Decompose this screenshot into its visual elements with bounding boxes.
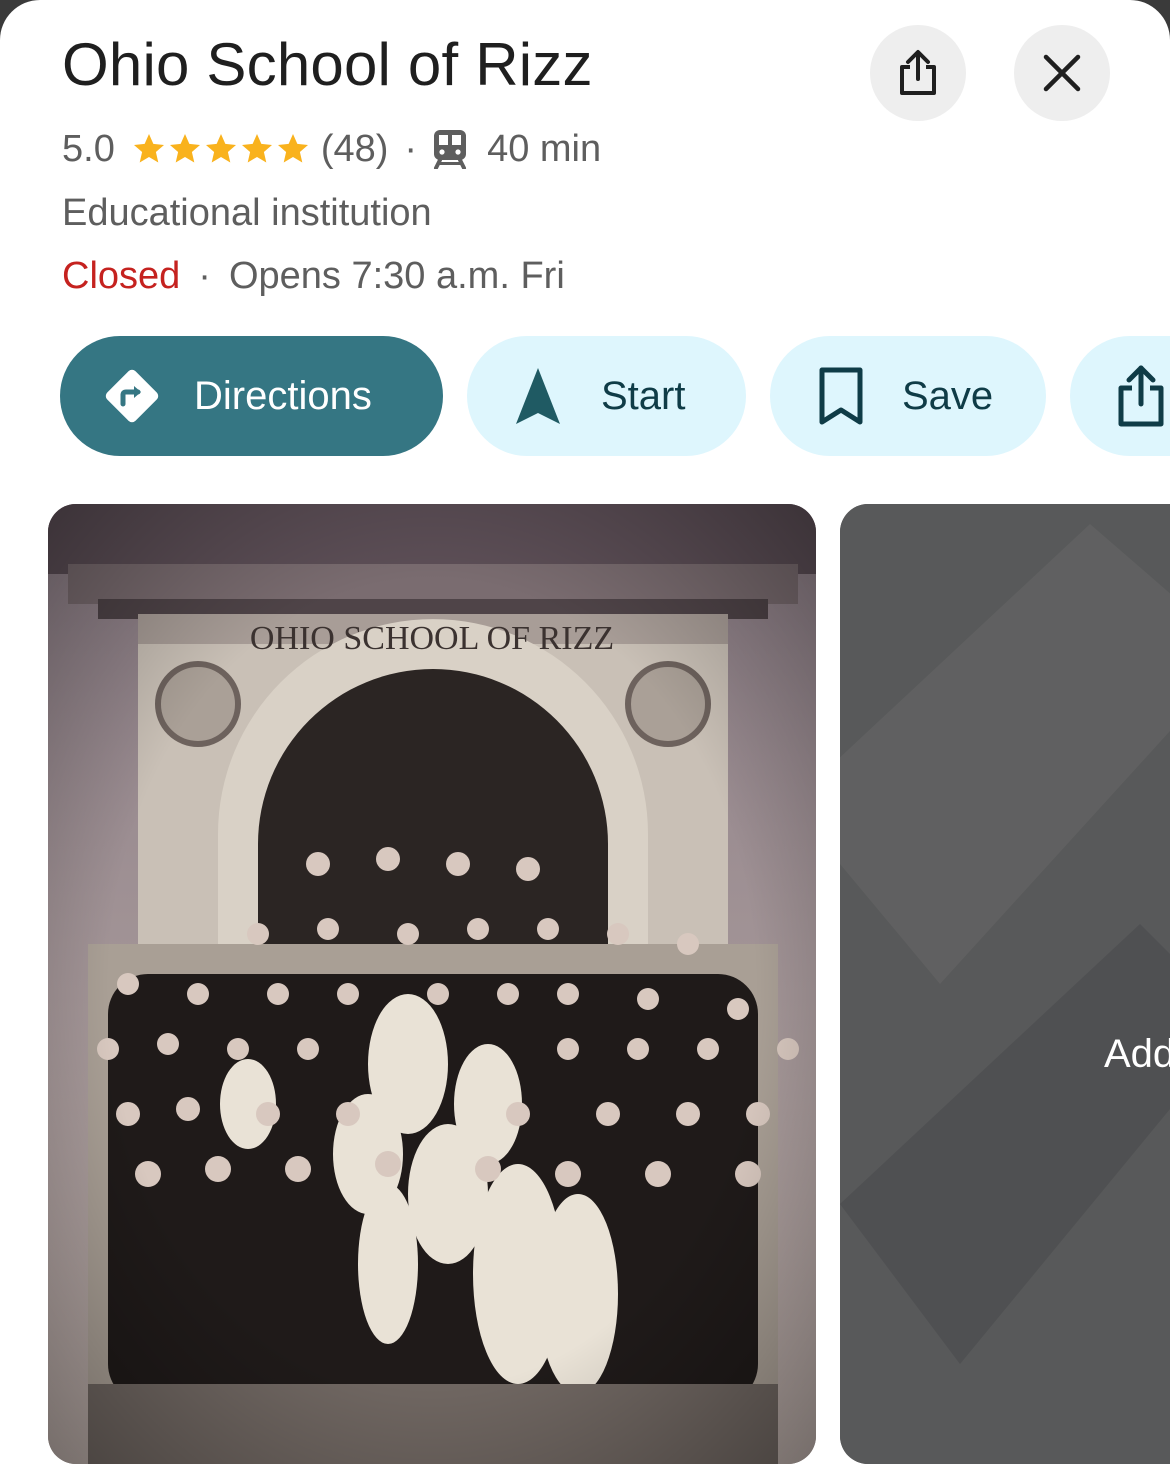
category-row: Educational institution: [62, 188, 432, 238]
directions-button[interactable]: Directions: [60, 336, 443, 456]
school-photo-image: OHIO SCHOOL OF RIZZ: [48, 504, 816, 1464]
bookmark-icon: [819, 367, 863, 425]
header-share-button[interactable]: [870, 25, 966, 121]
place-sheet: Ohio School of Rizz 5.0 (48) · 40 min Ed…: [0, 0, 1170, 1476]
train-icon: [434, 130, 467, 169]
transit-time: 40 min: [487, 127, 602, 170]
map-background-image: [840, 504, 1170, 1464]
open-status: Closed: [62, 254, 181, 297]
directions-icon: [105, 369, 159, 423]
rating-value: 5.0: [62, 127, 115, 170]
hours-row[interactable]: Closed · Opens 7:30 a.m. Fri: [62, 251, 565, 301]
share-icon: [1118, 365, 1164, 427]
add-photo-label: Add: [1104, 1032, 1170, 1076]
start-button[interactable]: Start: [467, 336, 746, 456]
star-icon: [277, 134, 308, 163]
add-photo-card[interactable]: Add: [840, 504, 1170, 1464]
star-icon: [205, 134, 236, 163]
star-icon: [241, 134, 272, 163]
save-button[interactable]: Save: [770, 336, 1046, 456]
opening-hours: Opens 7:30 a.m. Fri: [228, 254, 565, 297]
review-count[interactable]: (48): [321, 128, 389, 171]
share-icon: [900, 50, 936, 95]
hours-separator: ·: [198, 254, 211, 297]
close-icon: [1043, 54, 1081, 92]
place-photo[interactable]: OHIO SCHOOL OF RIZZ: [48, 504, 816, 1464]
share-button[interactable]: [1070, 336, 1170, 456]
save-label: Save: [902, 373, 994, 418]
close-button[interactable]: [1014, 25, 1110, 121]
meta-separator: ·: [404, 127, 418, 170]
place-category: Educational institution: [62, 191, 432, 234]
navigation-arrow-icon: [516, 368, 560, 424]
start-label: Start: [601, 373, 686, 418]
rating-stars[interactable]: [131, 131, 311, 167]
rating-row: 5.0 (48) · 40 min: [62, 124, 601, 174]
place-title: Ohio School of Rizz: [62, 31, 593, 98]
star-icon: [133, 134, 164, 163]
star-icon: [169, 134, 200, 163]
directions-label: Directions: [194, 373, 372, 418]
engraving-text: OHIO SCHOOL OF RIZZ: [250, 620, 614, 657]
